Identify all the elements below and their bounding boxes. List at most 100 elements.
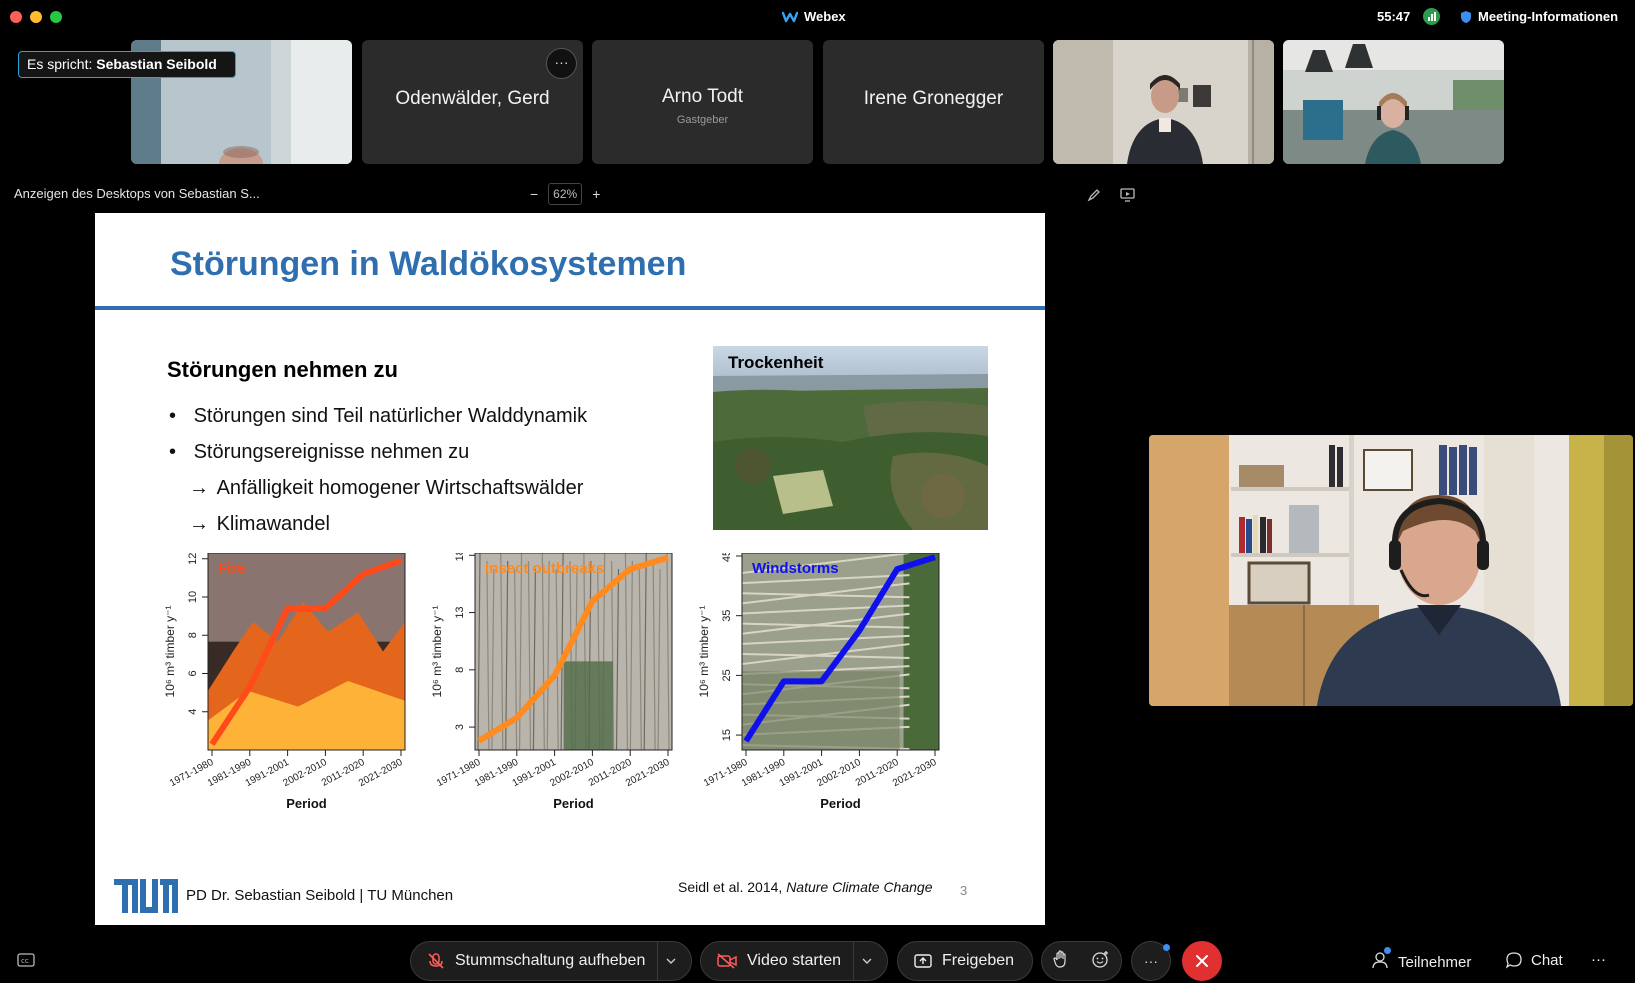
video-options-chevron-down-icon[interactable] xyxy=(853,941,880,981)
slide-page-number: 3 xyxy=(960,883,968,898)
annotate-icon[interactable] xyxy=(1087,188,1101,207)
overflow-menu-button[interactable]: ··· xyxy=(1591,951,1606,968)
speaker-name: Sebastian Seibold xyxy=(96,56,217,72)
y-tick-label: 6 xyxy=(187,670,199,676)
y-tick-label: 8 xyxy=(454,667,466,673)
chart-insect-outbreaks: Insect outbreaks38131810⁶ m³ timber y⁻¹1… xyxy=(430,553,673,811)
zoom-in-button[interactable]: + xyxy=(592,186,600,202)
citation-journal: Nature Climate Change xyxy=(786,879,933,895)
start-video-button[interactable]: Video starten xyxy=(700,941,888,981)
arrow-marker: → xyxy=(189,477,209,499)
share-button[interactable]: Freigeben xyxy=(897,941,1033,981)
chart-fire: Fire468101210⁶ m³ timber y⁻¹1971-1980198… xyxy=(163,553,406,811)
slide-title: Störungen in Waldökosystemen xyxy=(170,245,687,283)
slide-footer-name: PD Dr. Sebastian Seibold | TU München xyxy=(186,887,454,904)
unmute-label: Stummschaltung aufheben xyxy=(455,952,646,969)
speaker-video-feed xyxy=(1149,435,1633,706)
x-tick-label: 2021-2030 xyxy=(357,757,405,789)
speaker-prefix: Es spricht: xyxy=(27,56,93,72)
active-speaker-label: Es spricht: Sebastian Seibold xyxy=(18,51,236,78)
leave-meeting-button[interactable] xyxy=(1182,941,1222,981)
meeting-info-button[interactable]: Meeting-Informationen xyxy=(1460,9,1618,24)
unmute-button[interactable]: Stummschaltung aufheben xyxy=(410,941,692,981)
speaker-video[interactable] xyxy=(1149,435,1633,706)
y-tick-label: 15 xyxy=(721,729,733,741)
y-tick-label: 25 xyxy=(721,669,733,681)
slide-title-rule xyxy=(95,306,1045,310)
notification-dot xyxy=(1163,944,1170,951)
chat-button[interactable]: Chat xyxy=(1505,951,1563,969)
slide-subtitle: Störungen nehmen zu xyxy=(167,357,398,382)
photo-label: Trockenheit xyxy=(728,353,824,372)
muted-mic-icon xyxy=(428,953,444,969)
y-tick-label: 18 xyxy=(454,553,466,561)
participant-name: Irene Gronegger xyxy=(863,88,1004,109)
y-tick-label: 45 xyxy=(721,553,733,562)
y-tick-label: 10 xyxy=(187,591,199,603)
y-tick-label: 13 xyxy=(454,606,466,618)
bullet-marker: • xyxy=(169,405,177,427)
participant-role: Gastgeber xyxy=(676,114,729,126)
more-options-button[interactable]: ··· xyxy=(1131,941,1171,981)
slide-citation: Seidl et al. 2014, Nature Climate Change xyxy=(678,879,932,895)
participant-tile-gronegger[interactable]: Irene Gronegger xyxy=(823,40,1044,164)
shared-slide: Störungen in Waldökosystemen Störungen n… xyxy=(95,213,1045,925)
x-tick-label: 2021-2030 xyxy=(624,757,672,789)
x-axis-label: Period xyxy=(286,796,327,811)
chart-plot-area xyxy=(208,553,405,750)
chat-label: Chat xyxy=(1531,951,1563,969)
participant-tile-todt[interactable]: Arno Todt Gastgeber xyxy=(592,40,813,164)
close-window-button[interactable] xyxy=(10,11,22,23)
audio-options-chevron-down-icon[interactable] xyxy=(657,941,684,981)
zoom-control: − 62% + xyxy=(530,183,600,205)
bullet-text: Störungsereignisse nehmen zu xyxy=(193,441,470,463)
y-tick-label: 35 xyxy=(721,610,733,622)
participant-tile-video-1[interactable] xyxy=(1053,40,1274,164)
app-title-text: Webex xyxy=(804,9,846,24)
zoom-out-button[interactable]: − xyxy=(530,186,538,202)
chart-title: Fire xyxy=(218,560,246,577)
maximize-window-button[interactable] xyxy=(50,11,62,23)
webex-logo-icon xyxy=(782,11,798,22)
meeting-info-label: Meeting-Informationen xyxy=(1478,9,1619,24)
participant-tile-video-2[interactable] xyxy=(1283,40,1504,164)
remote-control-icon[interactable] xyxy=(1120,188,1135,207)
reactions-icon[interactable] xyxy=(1092,950,1110,973)
participants-label: Teilnehmer xyxy=(1398,953,1472,971)
participants-icon xyxy=(1372,947,1391,973)
bullet-marker: • xyxy=(169,441,177,463)
arrow-marker: → xyxy=(189,513,209,535)
app-title: Webex xyxy=(782,9,846,24)
video-off-icon xyxy=(717,953,737,969)
share-screen-icon xyxy=(914,954,932,968)
sub-bullet-item-1: → Anfälligkeit homogener Wirtschaftswäld… xyxy=(189,477,583,500)
y-tick-label: 8 xyxy=(187,632,199,638)
chart-title: Windstorms xyxy=(752,560,839,577)
svg-text:cc: cc xyxy=(21,957,29,965)
participant-tile-odenwaelder[interactable]: Odenwälder, Gerd ··· xyxy=(362,40,583,164)
captions-icon[interactable]: cc xyxy=(17,953,35,972)
participant-name: Arno Todt xyxy=(662,86,743,107)
citation-authors: Seidl et al. 2014, xyxy=(678,879,783,895)
y-axis-label: 10⁶ m³ timber y⁻¹ xyxy=(697,606,711,698)
reactions-group xyxy=(1041,941,1122,981)
bullet-item-2: • Störungsereignisse nehmen zu xyxy=(169,441,469,464)
minimize-window-button[interactable] xyxy=(30,11,42,23)
x-tick-label: 2021-2030 xyxy=(891,757,939,789)
share-title: Anzeigen des Desktops von Sebastian S... xyxy=(14,186,260,201)
participant-more-button[interactable]: ··· xyxy=(546,48,577,79)
sub-bullet-item-2: → Klimawandel xyxy=(189,513,330,536)
participants-button[interactable]: Teilnehmer xyxy=(1372,947,1472,973)
tum-logo-icon xyxy=(114,879,178,913)
zoom-level[interactable]: 62% xyxy=(548,183,583,205)
shield-icon xyxy=(1461,10,1471,23)
y-axis-label: 10⁶ m³ timber y⁻¹ xyxy=(163,606,177,698)
network-signal-icon[interactable] xyxy=(1423,8,1440,25)
chart-title: Insect outbreaks xyxy=(485,560,604,577)
chat-bubble-icon xyxy=(1505,952,1522,969)
title-bar: Webex 55:47 Meeting-Informationen xyxy=(0,0,1635,34)
y-tick-label: 12 xyxy=(187,553,199,565)
drought-forest-photo xyxy=(713,346,988,530)
x-axis-label: Period xyxy=(553,796,594,811)
raise-hand-icon[interactable] xyxy=(1053,949,1069,973)
